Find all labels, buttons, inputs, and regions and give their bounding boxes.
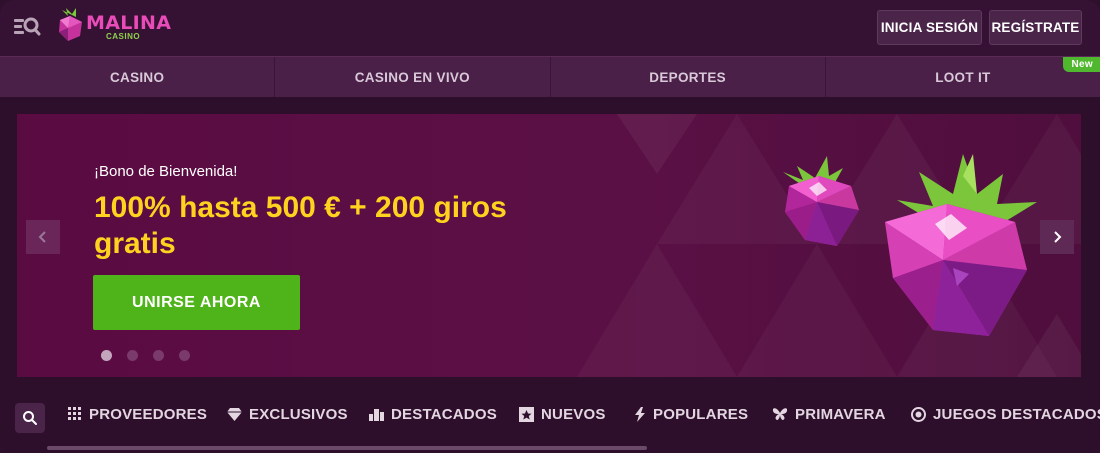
nav-item-label: CASINO EN VIVO	[354, 69, 470, 85]
game-search-button[interactable]	[15, 403, 45, 433]
chevron-right-icon	[1054, 231, 1062, 243]
top-header: MALINA CASINO INICIA SESIÓN REGÍSTRATE	[0, 0, 1100, 56]
search-icon	[23, 411, 37, 425]
category-scrollbar[interactable]	[47, 446, 647, 450]
nav-item-label: LOOT IT	[935, 69, 991, 85]
podium-icon	[369, 409, 384, 421]
category-label: POPULARES	[653, 405, 749, 423]
carousel-next-button[interactable]	[1040, 220, 1074, 254]
diamond-icon	[227, 407, 242, 421]
carousel-dot[interactable]	[179, 350, 190, 361]
chevron-left-icon	[38, 231, 46, 243]
promo-banner: ¡Bono de Bienvenida! 100% hasta 500 € + …	[17, 114, 1081, 377]
main-nav: CASINO CASINO EN VIVO DEPORTES LOOT IT N…	[0, 56, 1100, 97]
nav-item-label: CASINO	[109, 69, 165, 85]
join-now-button[interactable]: UNIRSE AHORA	[93, 275, 300, 330]
category-featured-games[interactable]: JUEGOS DESTACADOS	[911, 404, 1100, 424]
carousel-dot[interactable]	[153, 350, 164, 361]
lightning-icon	[635, 406, 645, 422]
category-label: JUEGOS DESTACADOS	[933, 405, 1100, 423]
carousel-dot[interactable]	[101, 350, 112, 361]
category-bar: PROVEEDORES EXCLUSIVOS DESTACADOS NUEVOS	[0, 392, 1100, 437]
nav-item-loot-it[interactable]: LOOT IT New	[826, 57, 1100, 97]
raspberry-large-icon	[885, 154, 1037, 336]
category-featured[interactable]: DESTACADOS	[369, 404, 497, 424]
grid-icon	[68, 407, 81, 420]
register-button[interactable]: REGÍSTRATE	[989, 10, 1082, 45]
logo-text: MALINA	[86, 12, 172, 34]
category-new[interactable]: NUEVOS	[519, 404, 606, 424]
category-label: EXCLUSIVOS	[249, 405, 348, 423]
carousel-dots	[101, 350, 190, 361]
nav-item-label: DEPORTES	[649, 69, 726, 85]
category-exclusive[interactable]: EXCLUSIVOS	[227, 404, 348, 424]
new-star-icon	[519, 406, 534, 422]
page: MALINA CASINO INICIA SESIÓN REGÍSTRATE C…	[0, 0, 1100, 453]
raspberry-logo-icon	[59, 8, 82, 41]
bonus-subtitle: ¡Bono de Bienvenida!	[94, 163, 238, 180]
carousel-dot[interactable]	[127, 350, 138, 361]
bonus-title: 100% hasta 500 € + 200 giros gratis	[94, 191, 507, 260]
category-spring[interactable]: PRIMAVERA	[772, 404, 886, 424]
category-label: PROVEEDORES	[89, 405, 208, 423]
new-badge: New	[1062, 57, 1100, 72]
category-label: DESTACADOS	[391, 405, 497, 423]
menu-search-icon[interactable]	[12, 14, 42, 40]
raspberry-small-icon	[783, 156, 859, 246]
carousel-prev-button[interactable]	[26, 220, 60, 254]
butterfly-icon	[772, 408, 788, 420]
nav-item-live-casino[interactable]: CASINO EN VIVO	[275, 57, 551, 97]
logo-subtitle: CASINO	[106, 32, 141, 41]
login-button[interactable]: INICIA SESIÓN	[877, 10, 982, 45]
category-label: PRIMAVERA	[795, 405, 886, 423]
nav-item-casino[interactable]: CASINO	[0, 57, 276, 97]
category-providers[interactable]: PROVEEDORES	[68, 404, 207, 424]
nav-item-sports[interactable]: DEPORTES	[551, 57, 826, 97]
logo[interactable]: MALINA CASINO	[56, 8, 171, 44]
category-popular[interactable]: POPULARES	[634, 404, 748, 424]
target-icon	[911, 406, 926, 422]
category-label: NUEVOS	[541, 405, 606, 423]
